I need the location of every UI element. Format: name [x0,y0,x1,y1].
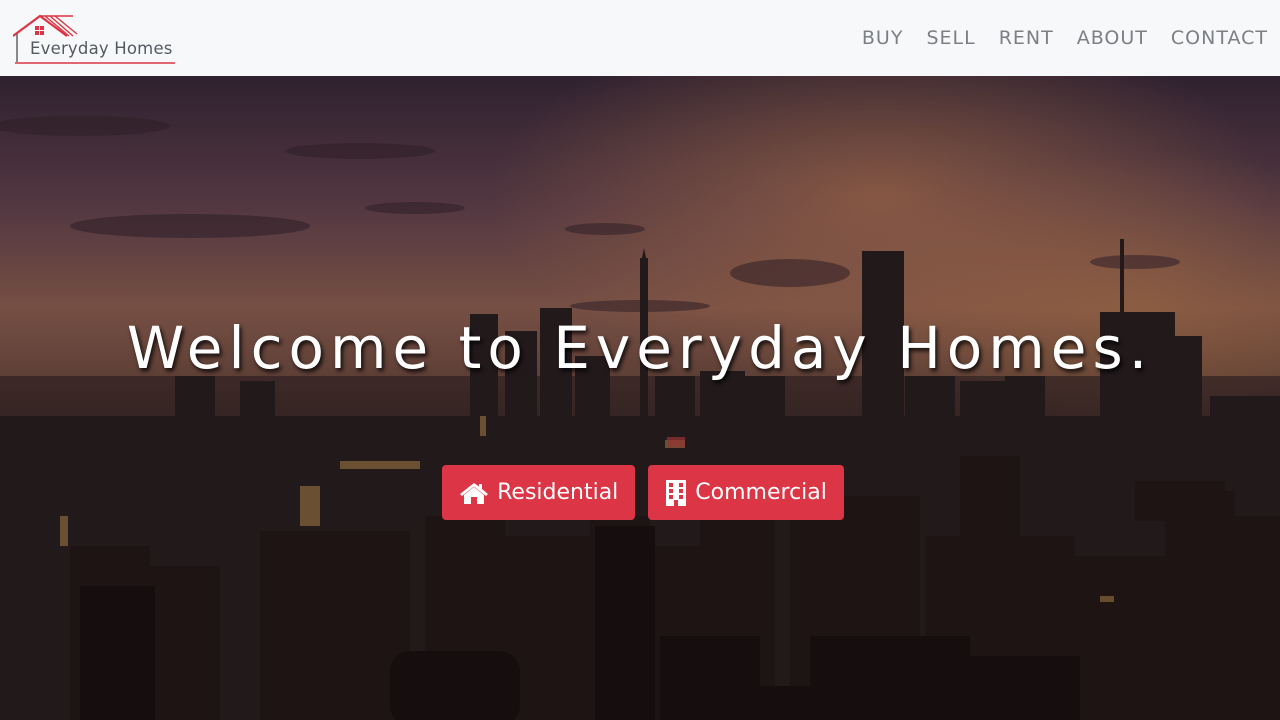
hero-dark-overlay [0,76,1280,720]
navbar: Everyday Homes BUY SELL RENT ABOUT CONTA… [0,0,1280,76]
nav-contact[interactable]: CONTACT [1171,27,1268,49]
building-icon [666,479,687,506]
residential-label: Residential [497,480,619,505]
home-icon [460,482,489,504]
hero-button-group: Residential Commercial [0,465,1280,520]
main-nav: BUY SELL RENT ABOUT CONTACT [862,27,1268,49]
commercial-button[interactable]: Commercial [648,465,844,520]
nav-rent[interactable]: RENT [999,27,1054,49]
nav-buy[interactable]: BUY [862,27,904,49]
residential-button[interactable]: Residential [442,465,636,520]
hero-title: Welcome to Everyday Homes. [126,314,1154,382]
brand-logo-link[interactable]: Everyday Homes [13,8,193,68]
commercial-label: Commercial [695,480,827,505]
brand-name: Everyday Homes [30,39,173,58]
hero-section: Welcome to Everyday Homes. Residential C… [0,76,1280,720]
nav-about[interactable]: ABOUT [1077,27,1148,49]
nav-sell[interactable]: SELL [926,27,975,49]
